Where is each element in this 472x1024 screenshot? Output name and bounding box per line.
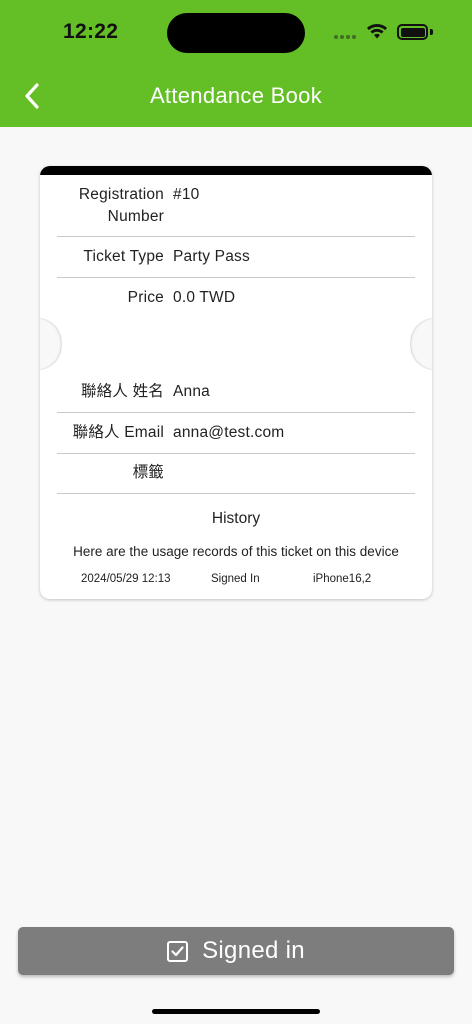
- divider: [57, 236, 415, 237]
- field-value: [173, 462, 415, 484]
- field-contact-name: 聯絡人 姓名 Anna: [57, 381, 415, 403]
- field-price: Price 0.0 TWD: [57, 287, 415, 309]
- ticket-card: Registration Number #10 Ticket Type Part…: [40, 166, 432, 599]
- field-value: 0.0 TWD: [173, 289, 236, 306]
- field-tags: 標籤: [57, 462, 415, 484]
- battery-icon: [397, 24, 428, 40]
- field-value: #10: [173, 186, 200, 203]
- divider: [57, 412, 415, 413]
- divider: [57, 453, 415, 454]
- page-title: Attendance Book: [149, 83, 323, 108]
- history-description: Here are the usage records of this ticke…: [73, 544, 399, 559]
- field-value: anna@test.com: [173, 424, 285, 441]
- signed-in-label: Signed in: [202, 937, 305, 964]
- checkbox-checked-icon: [167, 940, 189, 962]
- field-label: Registration Number: [78, 186, 164, 225]
- divider: [57, 493, 415, 494]
- field-contact-email: 聯絡人 Email anna@test.com: [57, 422, 415, 444]
- field-label: Ticket Type: [83, 248, 164, 265]
- field-label: 聯絡人 Email: [72, 424, 164, 441]
- field-label: 聯絡人 姓名: [80, 383, 164, 400]
- ticket-notch-left: [40, 318, 62, 370]
- field-value: Party Pass: [173, 248, 250, 265]
- history-title: History: [211, 510, 261, 527]
- home-indicator: [152, 1009, 320, 1014]
- signed-in-button[interactable]: Signed in: [18, 927, 454, 975]
- app-header: 12:22 Attendance Book: [0, 0, 472, 127]
- field-registration-number: Registration Number #10: [57, 184, 415, 228]
- field-value: Anna: [173, 383, 210, 400]
- field-label: 標籤: [132, 464, 164, 481]
- field-label: Price: [127, 289, 164, 306]
- wifi-icon: [367, 24, 387, 39]
- card-top-bar: [40, 166, 432, 175]
- history-datetime: 2024/05/29 12:13: [81, 573, 171, 585]
- dynamic-island: [167, 13, 305, 53]
- ticket-notch-right: [410, 318, 432, 370]
- history-action: Signed In: [211, 573, 260, 585]
- divider: [57, 277, 415, 278]
- status-time: 12:22: [63, 20, 119, 43]
- field-ticket-type: Ticket Type Party Pass: [57, 246, 415, 268]
- signal-icon: [334, 35, 356, 39]
- history-device: iPhone16,2: [313, 573, 372, 585]
